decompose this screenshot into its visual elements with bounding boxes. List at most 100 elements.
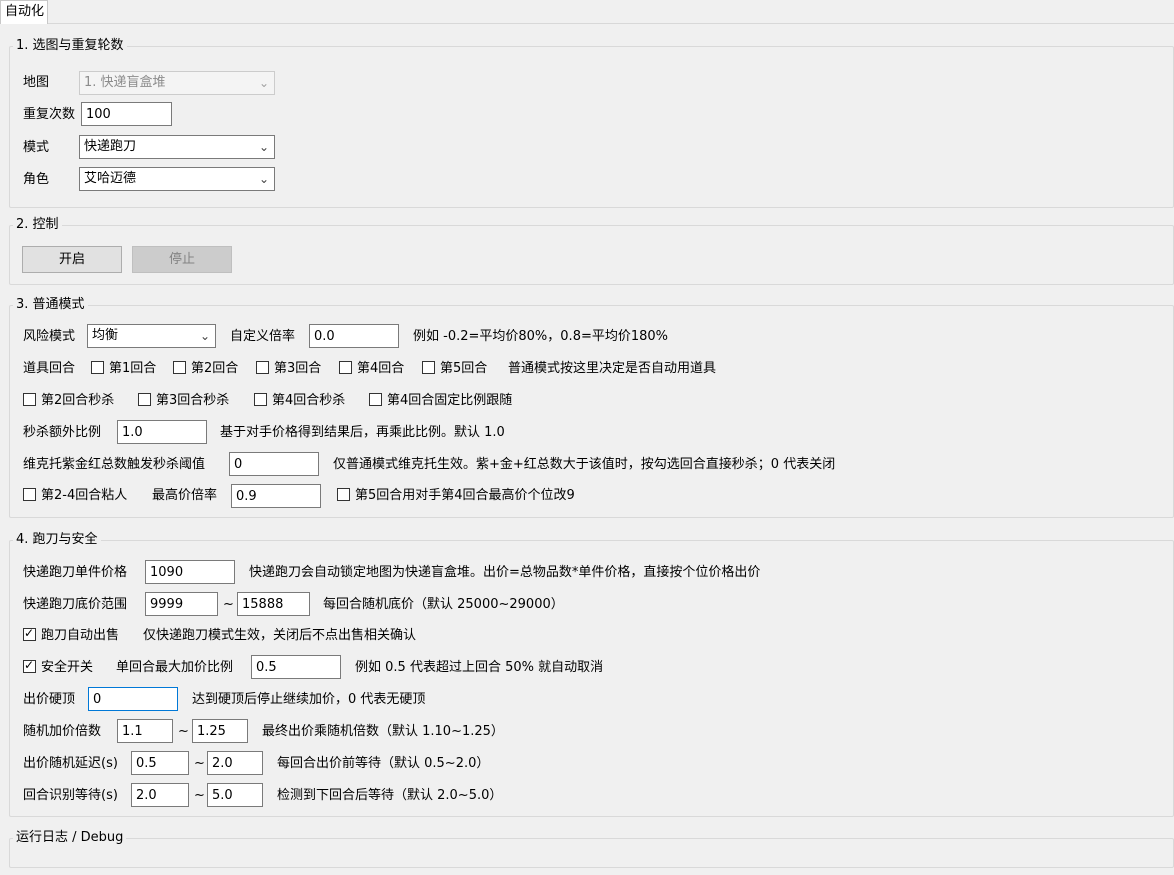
kill-round3-checkbox[interactable]: 第3回合秒杀 bbox=[138, 391, 229, 411]
wait-separator: ~ bbox=[194, 788, 205, 803]
stop-button[interactable]: 停止 bbox=[132, 246, 232, 273]
group-title-log: 运行日志 / Debug bbox=[13, 830, 127, 846]
checkbox-box bbox=[91, 361, 104, 374]
wait-max-input[interactable] bbox=[207, 783, 263, 807]
round2-label: 第2回合 bbox=[191, 361, 239, 376]
item-round-label: 道具回合 bbox=[23, 361, 76, 376]
checkbox-box bbox=[337, 488, 350, 501]
repeat-label: 重复次数 bbox=[23, 107, 76, 122]
unit-price-label: 快递跑刀单件价格 bbox=[23, 565, 128, 580]
checkbox-box bbox=[173, 361, 186, 374]
chevron-down-icon: ⌄ bbox=[258, 76, 269, 90]
tab-automation[interactable]: 自动化 bbox=[0, 0, 48, 24]
group-title-run-safety: 4. 跑刀与安全 bbox=[13, 532, 101, 548]
round5-label: 第5回合 bbox=[440, 361, 488, 376]
mode-select[interactable]: 快递跑刀 ⌄ bbox=[79, 135, 275, 159]
kill-round4-checkbox[interactable]: 第4回合秒杀 bbox=[254, 391, 345, 411]
tab-label: 自动化 bbox=[5, 4, 45, 19]
checkbox-box bbox=[339, 361, 352, 374]
chevron-down-icon: ⌄ bbox=[258, 140, 269, 154]
kill-ratio-input[interactable] bbox=[117, 420, 207, 444]
unit-price-input[interactable] bbox=[145, 560, 235, 584]
delay-separator: ~ bbox=[194, 756, 205, 771]
wait-hint: 检测到下回合后等待（默认 2.0~5.0） bbox=[277, 788, 503, 803]
auto-sell-label: 跑刀自动出售 bbox=[41, 628, 120, 643]
map-label: 地图 bbox=[23, 75, 50, 90]
checkmark-icon: ✓ bbox=[24, 658, 35, 672]
mode-select-value: 快递跑刀 bbox=[84, 139, 137, 154]
kill-round3-label: 第3回合秒杀 bbox=[156, 393, 230, 408]
chevron-down-icon: ⌄ bbox=[199, 329, 210, 343]
sticky-checkbox[interactable]: 第2-4回合粘人 bbox=[23, 486, 127, 506]
floor-hint: 每回合随机底价（默认 25000~29000） bbox=[323, 597, 564, 612]
threshold-hint: 仅普通模式维克托生效。紫+金+红总数大于该值时，按勾选回合直接秒杀；0 代表关闭 bbox=[333, 457, 836, 472]
round2-checkbox[interactable]: 第2回合 bbox=[173, 359, 238, 379]
round4-checkbox[interactable]: 第4回合 bbox=[339, 359, 404, 379]
max-rate-label: 最高价倍率 bbox=[152, 488, 218, 503]
follow-round4-checkbox[interactable]: 第4回合固定比例跟随 bbox=[369, 391, 512, 411]
round3-label: 第3回合 bbox=[274, 361, 322, 376]
role-label: 角色 bbox=[23, 172, 50, 187]
tab-divider bbox=[48, 23, 1174, 24]
checkmark-icon: ✓ bbox=[24, 626, 35, 640]
floor-max-input[interactable] bbox=[237, 592, 310, 616]
max-raise-label: 单回合最大加价比例 bbox=[116, 660, 234, 675]
start-button[interactable]: 开启 bbox=[22, 246, 122, 273]
custom-rate-label: 自定义倍率 bbox=[230, 329, 296, 344]
follow-round4-label: 第4回合固定比例跟随 bbox=[387, 393, 513, 408]
cap-label: 出价硬顶 bbox=[23, 692, 76, 707]
mode-label: 模式 bbox=[23, 140, 50, 155]
checkbox-box bbox=[23, 488, 36, 501]
risk-mode-label: 风险模式 bbox=[23, 329, 76, 344]
round5-checkbox[interactable]: 第5回合 bbox=[422, 359, 487, 379]
repeat-count-input[interactable] bbox=[81, 102, 172, 126]
map-select[interactable]: 1. 快递盲盒堆 ⌄ bbox=[79, 71, 275, 95]
max-raise-input[interactable] bbox=[251, 655, 341, 679]
round1-checkbox[interactable]: 第1回合 bbox=[91, 359, 156, 379]
max-rate-input[interactable] bbox=[231, 484, 321, 508]
round5-rule-label: 第5回合用对手第4回合最高价个位改9 bbox=[355, 488, 575, 503]
threshold-input[interactable] bbox=[229, 452, 319, 476]
group-title-normal-mode: 3. 普通模式 bbox=[13, 297, 88, 313]
threshold-label: 维克托紫金红总数触发秒杀阈值 bbox=[23, 457, 206, 472]
round5-rule-checkbox[interactable]: 第5回合用对手第4回合最高价个位改9 bbox=[337, 486, 575, 506]
mult-separator: ~ bbox=[178, 724, 189, 739]
cap-hint: 达到硬顶后停止继续加价，0 代表无硬顶 bbox=[192, 692, 426, 707]
floor-min-input[interactable] bbox=[145, 592, 218, 616]
wait-min-input[interactable] bbox=[131, 783, 189, 807]
round3-checkbox[interactable]: 第3回合 bbox=[256, 359, 321, 379]
group-title-control: 2. 控制 bbox=[13, 217, 62, 233]
kill-round2-checkbox[interactable]: 第2回合秒杀 bbox=[23, 391, 114, 411]
round4-label: 第4回合 bbox=[357, 361, 405, 376]
floor-separator: ~ bbox=[223, 597, 234, 612]
delay-hint: 每回合出价前等待（默认 0.5~2.0） bbox=[277, 756, 490, 771]
checkbox-box bbox=[254, 393, 267, 406]
auto-sell-checkbox[interactable]: ✓ 跑刀自动出售 bbox=[23, 626, 119, 646]
item-round-hint: 普通模式按这里决定是否自动用道具 bbox=[508, 361, 717, 376]
kill-ratio-hint: 基于对手价格得到结果后，再乘此比例。默认 1.0 bbox=[220, 425, 505, 440]
sticky-label: 第2-4回合粘人 bbox=[41, 488, 128, 503]
group-log bbox=[9, 838, 1174, 868]
cap-input[interactable] bbox=[88, 687, 178, 711]
risk-mode-value: 均衡 bbox=[92, 328, 119, 343]
kill-round4-label: 第4回合秒杀 bbox=[272, 393, 346, 408]
floor-label: 快递跑刀底价范围 bbox=[23, 597, 128, 612]
chevron-down-icon: ⌄ bbox=[258, 172, 269, 186]
mult-min-input[interactable] bbox=[117, 719, 173, 743]
checkbox-box bbox=[369, 393, 382, 406]
role-select-value: 艾哈迈德 bbox=[84, 171, 137, 186]
risk-mode-select[interactable]: 均衡 ⌄ bbox=[87, 324, 216, 348]
kill-ratio-label: 秒杀额外比例 bbox=[23, 425, 102, 440]
checkbox-box: ✓ bbox=[23, 658, 36, 673]
role-select[interactable]: 艾哈迈德 ⌄ bbox=[79, 167, 275, 191]
custom-rate-input[interactable] bbox=[309, 324, 399, 348]
mult-max-input[interactable] bbox=[192, 719, 248, 743]
group-title-map-repeat: 1. 选图与重复轮数 bbox=[13, 38, 127, 54]
map-select-value: 1. 快递盲盒堆 bbox=[84, 75, 166, 90]
checkbox-box bbox=[256, 361, 269, 374]
safety-checkbox[interactable]: ✓ 安全开关 bbox=[23, 658, 93, 678]
delay-min-input[interactable] bbox=[131, 751, 189, 775]
auto-sell-hint: 仅快递跑刀模式生效，关闭后不点出售相关确认 bbox=[143, 628, 417, 643]
round1-label: 第1回合 bbox=[109, 361, 157, 376]
delay-max-input[interactable] bbox=[207, 751, 263, 775]
